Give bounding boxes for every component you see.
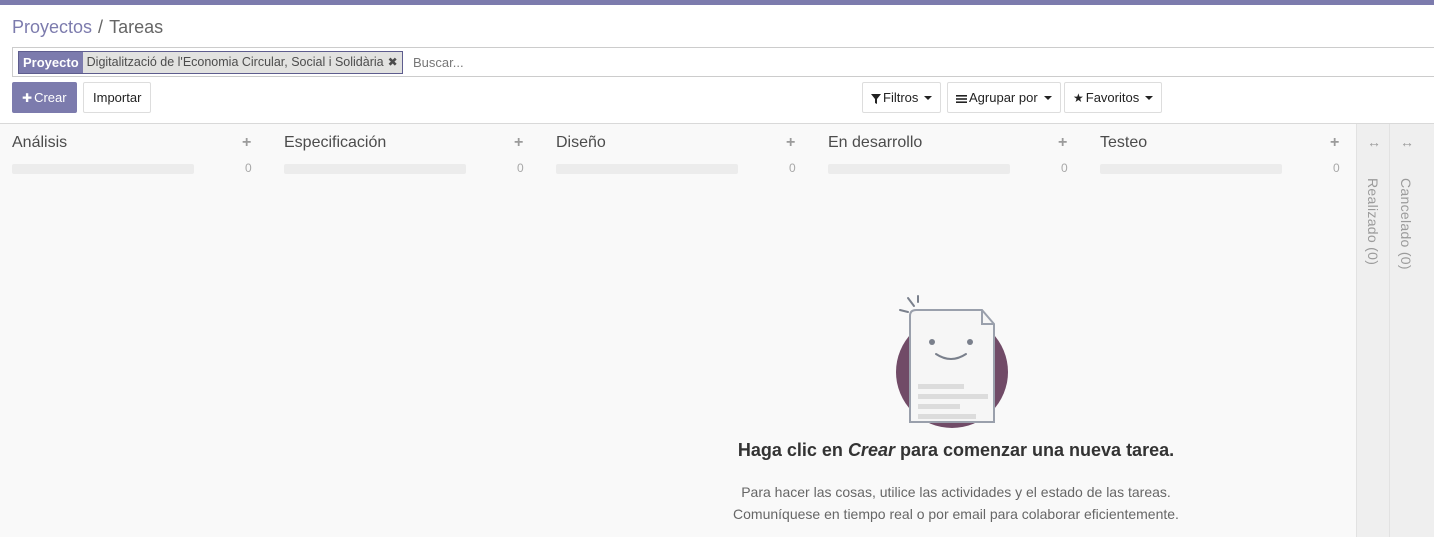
list-icon (956, 94, 967, 103)
facet-value: Digitalització de l'Economia Circular, S… (86, 55, 384, 69)
column-title: Diseño (556, 134, 606, 151)
group-by-dropdown[interactable]: Agrupar por (947, 82, 1061, 113)
column-add-button[interactable]: + (1330, 134, 1339, 152)
breadcrumb-current: Tareas (109, 17, 164, 37)
column-progress-bar (284, 164, 466, 174)
help-line-2: Comuníquese en tiempo real o por email p… (733, 506, 1179, 522)
create-button-label: Crear (34, 90, 67, 105)
folded-column-done[interactable]: ↔ Realizado (0) (1356, 124, 1389, 537)
column-title: En desarrollo (828, 134, 923, 151)
create-button[interactable]: ✚ Crear (12, 82, 77, 113)
facet-label: Proyecto (19, 52, 83, 73)
kanban-board: Análisis + 0 Especificación + 0 Diseño +… (0, 124, 1434, 537)
control-panel: Proyectos / Tareas Proyecto Digitalització… (0, 5, 1434, 124)
title-prefix: Haga clic en (737, 440, 843, 460)
empty-state-description: Para hacer las cosas, utilice las activi… (700, 481, 1212, 525)
column-title: Especificación (284, 134, 387, 151)
column-add-button[interactable]: + (1058, 134, 1067, 152)
favorites-label: Favoritos (1085, 90, 1140, 105)
star-icon: ★ (1073, 91, 1084, 105)
column-count: 0 (245, 161, 252, 175)
smiling-document-illustration (896, 295, 1008, 428)
chevron-down-icon (1043, 95, 1052, 100)
folded-column-cancelled[interactable]: ↔ Cancelado (0) (1389, 124, 1434, 537)
import-button[interactable]: Importar (83, 82, 152, 113)
filters-label: Filtros (883, 90, 919, 105)
breadcrumb: Proyectos / Tareas (12, 17, 163, 38)
folded-column-label: Cancelado (0) (1398, 178, 1414, 270)
breadcrumb-separator: / (98, 17, 104, 37)
folded-column-label: Realizado (0) (1365, 178, 1381, 266)
column-progress-bar (828, 164, 1010, 174)
empty-state-help: Haga clic en Crear para comenzar una nue… (700, 294, 1212, 525)
import-button-label: Importar (93, 90, 142, 105)
column-count: 0 (1333, 161, 1340, 175)
close-icon[interactable]: ✖ (388, 52, 402, 73)
kanban-column-analysis: Análisis + 0 (0, 124, 272, 537)
column-add-button[interactable]: + (514, 134, 523, 152)
column-count: 0 (517, 161, 524, 175)
column-progress-bar (556, 164, 738, 174)
plus-icon: ✚ (22, 91, 33, 105)
kanban-column-specification: Especificación + 0 (272, 124, 544, 537)
chevron-down-icon (924, 95, 933, 100)
filter-icon (871, 93, 881, 104)
favorites-dropdown[interactable]: ★ Favoritos (1064, 82, 1163, 113)
column-count: 0 (1061, 161, 1068, 175)
chevron-down-icon (1145, 95, 1154, 100)
column-count: 0 (789, 161, 796, 175)
search-facet: Proyecto Digitalització de l'Economia Ci… (18, 51, 403, 74)
column-add-button[interactable]: + (786, 134, 795, 152)
search-bar: Proyecto Digitalització de l'Economia Ci… (12, 47, 1434, 77)
help-line-1: Para hacer las cosas, utilice las activi… (741, 484, 1171, 500)
column-progress-bar (12, 164, 194, 174)
search-input[interactable] (413, 52, 1413, 73)
column-title: Análisis (12, 134, 68, 151)
empty-state-title: Haga clic en Crear para comenzar una nue… (700, 440, 1212, 461)
filters-dropdown[interactable]: Filtros (862, 82, 942, 113)
breadcrumb-projects-link[interactable]: Proyectos (12, 17, 92, 37)
title-suffix: para comenzar una nueva tarea. (899, 440, 1175, 460)
title-emphasis: Crear (847, 440, 895, 460)
group-by-label: Agrupar por (969, 90, 1038, 105)
column-add-button[interactable]: + (242, 134, 251, 152)
column-progress-bar (1100, 164, 1282, 174)
column-title: Testeo (1100, 134, 1148, 151)
expand-horizontal-icon[interactable]: ↔ (1367, 134, 1381, 150)
expand-horizontal-icon[interactable]: ↔ (1400, 134, 1414, 150)
